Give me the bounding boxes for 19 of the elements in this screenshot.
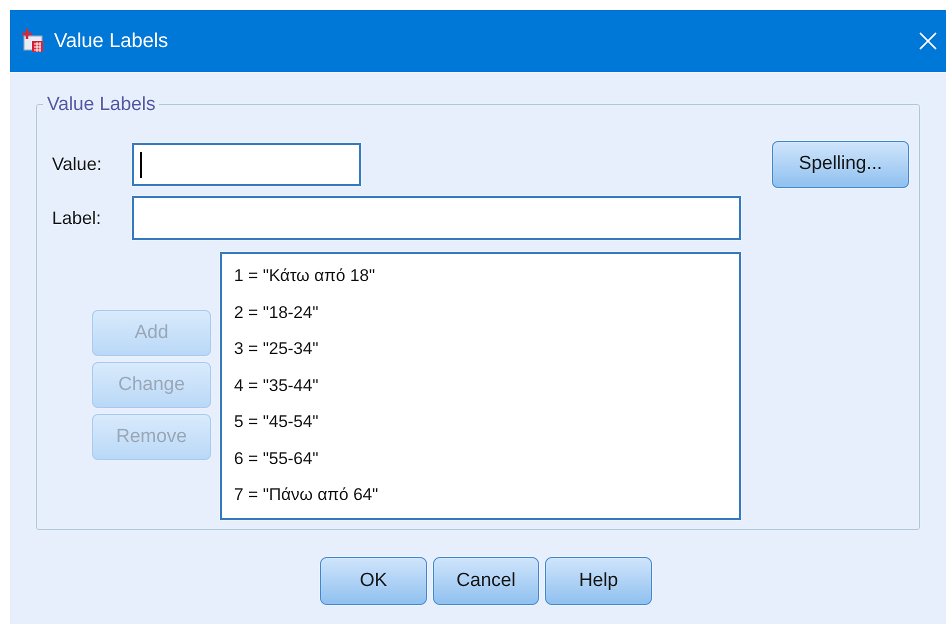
- value-field[interactable]: [132, 143, 361, 186]
- window-title: Value Labels: [54, 29, 168, 54]
- label-field[interactable]: [132, 196, 741, 240]
- label-label: Label:: [52, 206, 102, 230]
- value-label-list[interactable]: 1 = "Κάτω από 18" 2 = "18-24" 3 = "25-34" 4 = "35-44" 5 = "45-54" 6 = "55-64" 7 = "Πάνω από 64": [220, 252, 741, 520]
- spelling-button[interactable]: Spelling...: [772, 141, 909, 188]
- list-item[interactable]: 3 = "25-34": [232, 331, 320, 368]
- dialog-button[interactable]: OK: [320, 557, 427, 605]
- list-item[interactable]: 2 = "18-24": [232, 294, 320, 331]
- dialog-button[interactable]: Help: [545, 557, 652, 605]
- list-item[interactable]: 5 = "45-54": [232, 404, 320, 440]
- list-item[interactable]: 7 = "Πάνω από 64": [232, 477, 380, 514]
- app-icon: [20, 28, 46, 54]
- list-item[interactable]: 1 = "Κάτω από 18": [232, 258, 377, 294]
- close-icon[interactable]: [918, 31, 938, 51]
- value-label: Value:: [52, 153, 103, 176]
- dialog-button[interactable]: Cancel: [433, 557, 539, 605]
- list-item[interactable]: 6 = "55-64": [232, 440, 320, 477]
- list-item[interactable]: 4 = "35-44": [232, 368, 320, 404]
